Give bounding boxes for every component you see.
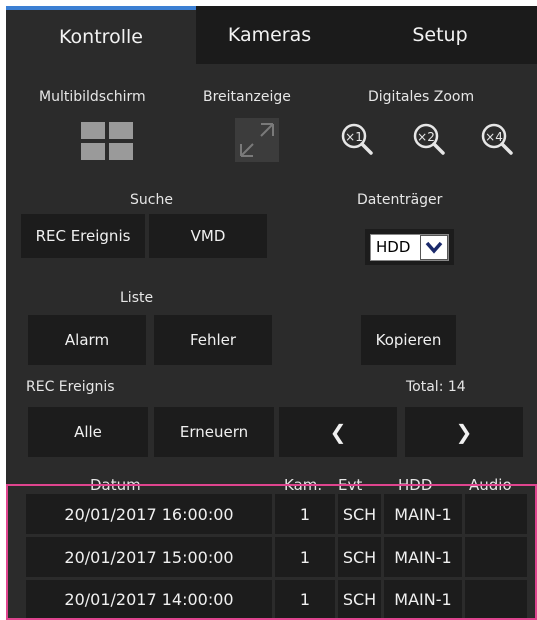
media-select-box[interactable]: HDD bbox=[370, 233, 449, 261]
control-panel: Kontrolle Kameras Setup Multibildschirm … bbox=[6, 6, 537, 620]
row-date-cell[interactable]: 20/01/2017 15:00:00 bbox=[26, 537, 272, 577]
row-event-cell[interactable]: SCH bbox=[338, 537, 381, 577]
next-page-button[interactable]: ❯ bbox=[405, 407, 523, 457]
chevron-left-icon: ❮ bbox=[329, 420, 347, 444]
zoom-x4-icon[interactable]: ×4 bbox=[480, 122, 514, 156]
media-select[interactable]: HDD bbox=[365, 229, 454, 265]
wide-view-label: Breitanzeige bbox=[203, 89, 291, 105]
chevron-right-icon: ❯ bbox=[455, 420, 473, 444]
media-label: Datenträger bbox=[357, 192, 443, 208]
tab-setup[interactable]: Setup bbox=[343, 6, 537, 64]
wide-view-expand-icon[interactable] bbox=[235, 118, 279, 162]
tab-bar: Kontrolle Kameras Setup bbox=[6, 6, 537, 64]
total-count: Total: 14 bbox=[406, 379, 466, 395]
multiscreen-quad-icon[interactable] bbox=[81, 122, 133, 160]
row-event-cell[interactable]: SCH bbox=[338, 494, 381, 534]
tab-kontrolle[interactable]: Kontrolle bbox=[6, 6, 196, 64]
row-camera-cell[interactable]: 1 bbox=[275, 580, 335, 618]
multiscreen-label: Multibildschirm bbox=[39, 89, 146, 105]
row-hdd-cell[interactable]: MAIN-1 bbox=[384, 537, 462, 577]
row-hdd-cell[interactable]: MAIN-1 bbox=[384, 580, 462, 618]
search-label: Suche bbox=[130, 192, 173, 208]
rec-event-label: REC Ereignis bbox=[26, 379, 115, 395]
row-hdd-cell[interactable]: MAIN-1 bbox=[384, 494, 462, 534]
list-label: Liste bbox=[120, 290, 154, 306]
zoom-x1-icon[interactable]: ×1 bbox=[340, 122, 374, 156]
copy-button[interactable]: Kopieren bbox=[361, 315, 456, 365]
zoom-x2-text: ×2 bbox=[417, 130, 435, 144]
row-camera-cell[interactable]: 1 bbox=[275, 537, 335, 577]
alarm-list-button[interactable]: Alarm bbox=[28, 315, 146, 365]
zoom-x2-icon[interactable]: ×2 bbox=[412, 122, 446, 156]
chevron-down-icon[interactable] bbox=[419, 234, 448, 260]
row-date-cell[interactable]: 20/01/2017 14:00:00 bbox=[26, 580, 272, 618]
row-audio-cell[interactable] bbox=[465, 537, 527, 577]
row-audio-cell[interactable] bbox=[465, 580, 527, 618]
refresh-button[interactable]: Erneuern bbox=[154, 407, 274, 457]
row-camera-cell[interactable]: 1 bbox=[275, 494, 335, 534]
tab-kameras[interactable]: Kameras bbox=[196, 6, 343, 64]
digital-zoom-label: Digitales Zoom bbox=[368, 89, 475, 105]
row-date-cell[interactable]: 20/01/2017 16:00:00 bbox=[26, 494, 272, 534]
vmd-search-button[interactable]: VMD bbox=[149, 214, 267, 258]
previous-page-button[interactable]: ❮ bbox=[279, 407, 397, 457]
zoom-x4-text: ×4 bbox=[485, 130, 503, 144]
all-button[interactable]: Alle bbox=[28, 407, 148, 457]
error-list-button[interactable]: Fehler bbox=[154, 315, 272, 365]
media-select-value: HDD bbox=[376, 238, 411, 256]
zoom-x1-text: ×1 bbox=[345, 130, 363, 144]
row-audio-cell[interactable] bbox=[465, 494, 527, 534]
row-event-cell[interactable]: SCH bbox=[338, 580, 381, 618]
rec-event-search-button[interactable]: REC Ereignis bbox=[21, 214, 145, 258]
